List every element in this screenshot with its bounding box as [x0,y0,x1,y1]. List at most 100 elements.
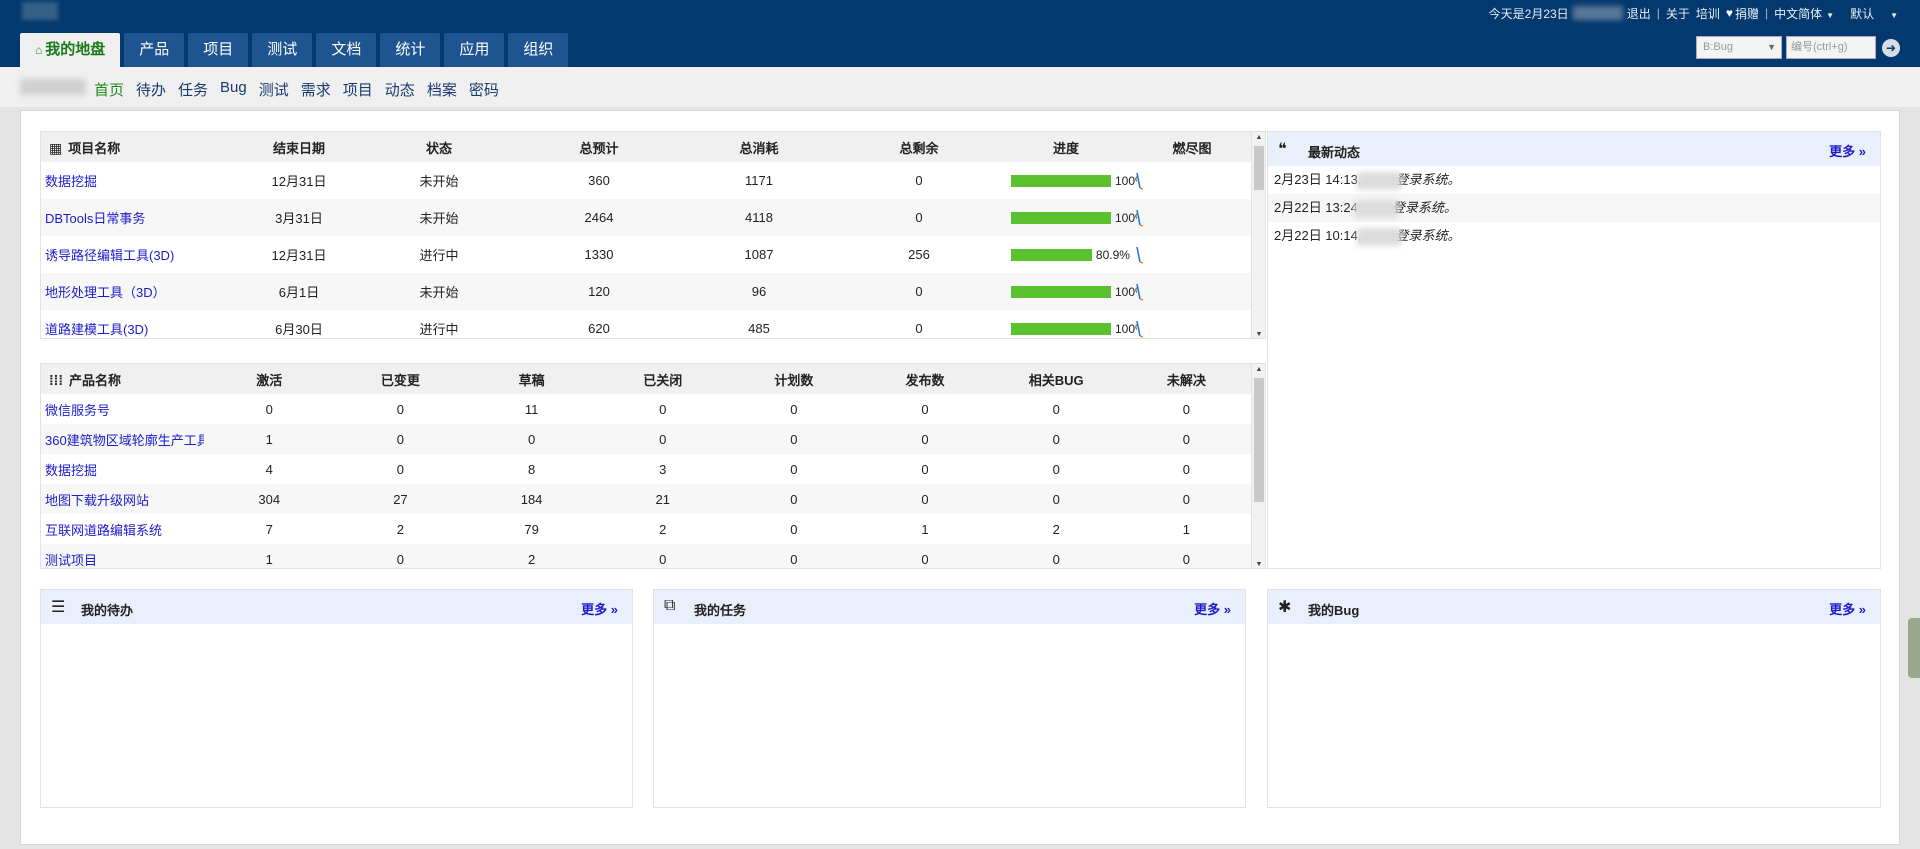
count-cell: 2 [1052,521,1060,537]
project-link[interactable]: 道路建模工具(3D) [41,310,239,338]
table-row: 数据挖掘 12月31日 未开始 360 1171 0 100% [41,162,1251,199]
project-link[interactable]: 地形处理工具（3D） [41,273,239,310]
count-cell: 2 [396,521,405,537]
count-cell: 0 [1121,544,1251,568]
search-type-select[interactable]: B:Bug ▼ [1696,36,1782,59]
left-cell: 0 [839,199,999,236]
training-link[interactable]: 培训 [1696,5,1720,22]
theme-select[interactable]: 默认 ▼ [1850,5,1898,22]
search-input[interactable]: 编号(ctrl+g) [1786,36,1876,59]
col-product-name: ⁞⁞⁞ 产品名称 [41,364,204,394]
dynamics-header: ❝ 最新动态 更多 » [1268,132,1880,166]
activity-text: 登录系统。 [1391,200,1457,215]
more-label: 更多 [1194,602,1221,617]
quote-icon: ❝ [1278,141,1287,158]
tab-report[interactable]: 统计 [380,33,441,67]
end-date-cell: 6月30日 [275,322,323,337]
subnav-project[interactable]: 项目 [343,79,373,100]
tasks-more-link[interactable]: 更多 » [1194,599,1231,618]
burndown-cell[interactable] [1133,310,1251,338]
col-related-bugs: 相关BUG [990,364,1122,394]
dynamics-panel: ❝ 最新动态 更多 » 2月23日 14:13, 登录系统。 2月22日 13:24… [1267,131,1881,569]
count-cell: 11 [524,401,539,417]
estimate-cell: 360 [588,173,610,188]
user-name-blurred [1572,6,1623,20]
theme-label: 默认 [1850,6,1875,21]
progress-cell: 100% [999,162,1137,199]
list-icon: ☰ [51,599,66,616]
table-row: 测试项目 1 0 2 0 0 0 0 0 [41,544,1251,568]
scroll-thumb[interactable] [1254,378,1264,502]
tab-app[interactable]: 应用 [444,33,505,67]
burndown-cell[interactable] [1133,199,1251,236]
count-cell: 0 [597,544,729,568]
project-link[interactable]: 诱导路径编辑工具(3D) [41,236,239,273]
burndown-cell[interactable] [1133,273,1251,310]
count-cell: 0 [990,424,1122,454]
subnav-home[interactable]: 首页 [94,79,124,100]
subnav-task[interactable]: 任务 [178,79,208,100]
product-link[interactable]: 微信服务号 [41,394,204,424]
product-link[interactable]: 互联网道路编辑系统 [41,514,204,544]
project-link[interactable]: DBTools日常事务 [41,199,239,236]
language-select[interactable]: 中文简体 ▼ [1774,5,1834,22]
tab-product[interactable]: 产品 [124,33,185,67]
scroll-up-icon[interactable]: ▲ [1252,134,1265,141]
count-cell: 0 [921,461,929,477]
col-closed: 已关闭 [597,364,729,394]
arrow-right-icon[interactable]: ➜ [1882,38,1900,57]
burndown-cell[interactable] [1133,162,1251,199]
bugs-more-link[interactable]: 更多 » [1829,599,1866,618]
table-row: 微信服务号 0 0 11 0 0 0 0 0 [41,394,1251,424]
subnav-password[interactable]: 密码 [469,79,499,100]
count-cell: 0 [728,544,860,568]
count-cell: 0 [659,401,667,417]
tab-project[interactable]: 项目 [188,33,249,67]
list-item: 2月22日 10:14, 登录系统。 [1268,222,1880,250]
table-row: 诱导路径编辑工具(3D) 12月31日 进行中 1330 1087 256 80.9% [41,236,1251,273]
subnav-dynamic[interactable]: 动态 [385,79,415,100]
todo-more-link[interactable]: 更多 » [581,599,618,618]
tab-company[interactable]: 组织 [508,33,569,67]
col-releases: 发布数 [859,364,991,394]
progress-bar [1011,212,1111,225]
progress-bar [1011,323,1111,336]
scroll-thumb[interactable] [1254,146,1264,190]
about-link[interactable]: 关于 [1666,5,1690,22]
table-row: 道路建模工具(3D) 6月30日 进行中 620 485 0 100% [41,310,1251,338]
count-cell: 0 [728,424,860,454]
product-link[interactable]: 360建筑物区域轮廓生产工具 [41,424,204,454]
logout-link[interactable]: 退出 [1627,5,1651,22]
subnav-story[interactable]: 需求 [301,79,331,100]
tab-test[interactable]: 测试 [252,33,313,67]
scroll-down-icon[interactable]: ▼ [1252,561,1265,568]
scroll-down-icon[interactable]: ▼ [1252,331,1265,338]
scroll-up-icon[interactable]: ▲ [1252,366,1265,373]
col-burndown: 燃尽图 [1133,132,1251,162]
left-cell: 256 [908,247,930,262]
product-link[interactable]: 测试项目 [41,544,204,568]
subnav-test[interactable]: 测试 [259,79,289,100]
dynamics-more-link[interactable]: 更多 » [1829,141,1866,160]
count-cell: 0 [921,401,929,417]
project-scrollbar[interactable]: ▲ ▼ [1251,132,1265,338]
tab-my-dashboard[interactable]: ⌂ 我的地盘 [20,33,121,67]
product-scrollbar[interactable]: ▲ ▼ [1251,364,1265,568]
burndown-cell[interactable] [1133,236,1251,273]
progress-label: 100% [1115,322,1137,337]
product-link[interactable]: 数据挖掘 [41,454,204,484]
count-cell: 8 [527,461,536,477]
count-cell: 2 [466,544,598,568]
subnav-profile[interactable]: 档案 [427,79,457,100]
subnav-bug[interactable]: Bug [220,79,247,100]
tab-doc[interactable]: 文档 [316,33,377,67]
project-link[interactable]: 数据挖掘 [41,162,239,199]
app-header: 今天是2月23日 退出 | 关于 培训 ♥ 捐赠 | 中文简体 ▼ 默认 ▼ ⌂ 我的… [0,0,1920,67]
todo-header: ☰ 我的待办 更多 » [41,590,632,624]
donate-link[interactable]: 捐赠 [1735,5,1759,22]
product-link[interactable]: 地图下载升级网站 [41,484,204,514]
activity-text: 登录系统。 [1395,172,1461,187]
divider: | [1656,6,1660,20]
side-widget-handle[interactable] [1908,618,1920,678]
subnav-todo[interactable]: 待办 [136,79,166,100]
